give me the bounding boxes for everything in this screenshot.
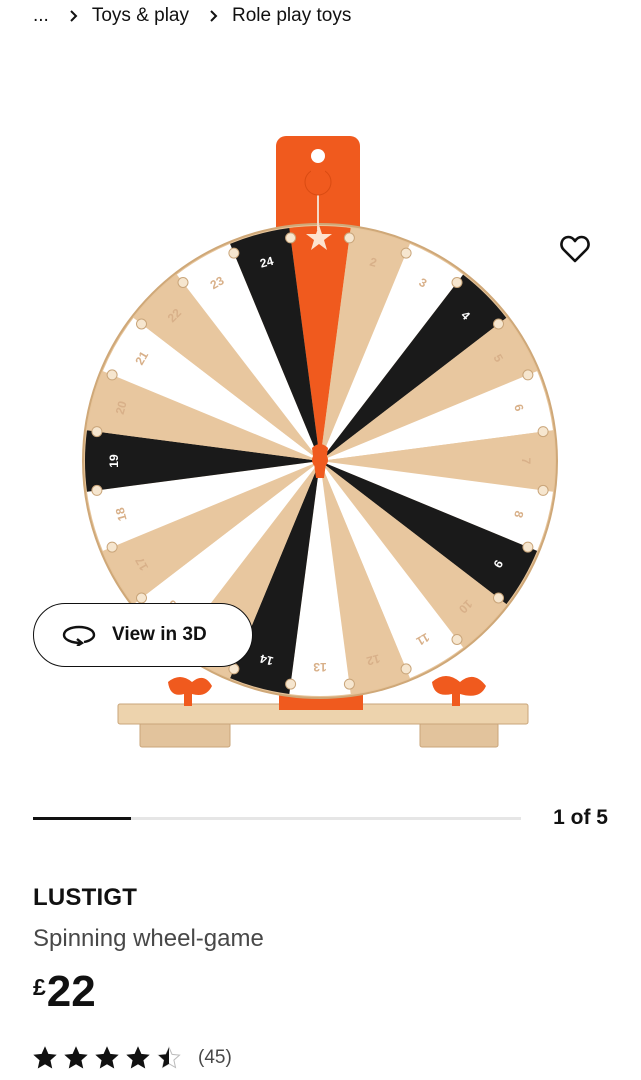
pager-progress bbox=[33, 817, 131, 820]
chevron-right-icon bbox=[203, 9, 225, 23]
wheel-peg bbox=[343, 232, 355, 244]
rating-stars bbox=[33, 1046, 188, 1070]
wheel-peg bbox=[343, 678, 355, 690]
product-name: LUSTIGT bbox=[33, 884, 138, 911]
breadcrumb: ... Toys & play Role play toys bbox=[33, 2, 351, 30]
wheel-peg bbox=[106, 369, 118, 381]
breadcrumb-role-play-toys[interactable]: Role play toys bbox=[232, 5, 351, 27]
wheel-clip-left bbox=[168, 677, 212, 706]
wheel-peg bbox=[136, 592, 147, 604]
view-in-3d-label: View in 3D bbox=[112, 624, 207, 645]
price-amount: 22 bbox=[46, 967, 96, 1016]
star-full-icon bbox=[126, 1046, 150, 1069]
breadcrumb-toys-and-play[interactable]: Toys & play bbox=[92, 5, 189, 27]
wheel-peg bbox=[91, 426, 103, 438]
wheel-peg bbox=[522, 369, 534, 381]
image-pager: 1 of 5 bbox=[33, 806, 608, 832]
spinning-wheel-illustration: 23456789101112131415161718192021222324 bbox=[82, 136, 558, 748]
wheel-peg bbox=[400, 663, 412, 675]
wheel-number-label: 19 bbox=[107, 454, 121, 468]
wheel-peg bbox=[493, 592, 504, 604]
heart-outline-icon bbox=[560, 235, 590, 263]
price-currency: £ bbox=[33, 974, 46, 1000]
wheel-number-label: 13 bbox=[313, 660, 327, 674]
wheel-peg bbox=[285, 678, 297, 690]
wheel-base-foot-right bbox=[419, 722, 499, 748]
wheel-peg bbox=[400, 247, 412, 259]
wheel-peg bbox=[106, 541, 118, 553]
favourite-button[interactable] bbox=[554, 228, 596, 270]
wheel-peg bbox=[451, 277, 463, 288]
product-image[interactable]: 23456789101112131415161718192021222324 bbox=[0, 70, 641, 790]
pager-count: 1 of 5 bbox=[553, 806, 608, 829]
wheel-stand-hole bbox=[311, 149, 325, 163]
wheel-peg bbox=[285, 232, 297, 244]
view-in-3d-button[interactable]: View in 3D bbox=[33, 603, 253, 667]
star-full-icon bbox=[33, 1046, 57, 1069]
product-description: Spinning wheel-game bbox=[33, 925, 264, 952]
star-half-icon bbox=[157, 1046, 181, 1069]
wheel-peg bbox=[537, 426, 549, 438]
review-count: (45) bbox=[198, 1047, 232, 1068]
wheel-pointer-cap bbox=[311, 167, 325, 177]
star-full-icon bbox=[64, 1046, 88, 1069]
star-full-icon bbox=[95, 1046, 119, 1069]
wheel-peg bbox=[91, 484, 103, 496]
wheel-number-label: 7 bbox=[519, 458, 533, 465]
wheel-base-foot-left bbox=[139, 722, 231, 748]
product-price: £ 22 bbox=[33, 967, 96, 1016]
wheel-peg bbox=[136, 318, 147, 330]
wheel-peg bbox=[522, 541, 534, 553]
product-rating[interactable]: (45) bbox=[33, 1046, 232, 1070]
wheel-peg bbox=[537, 484, 549, 496]
rotate-3d-icon bbox=[62, 623, 98, 647]
pager-track[interactable] bbox=[33, 817, 521, 820]
wheel-peg bbox=[493, 318, 504, 330]
wheel-peg bbox=[451, 634, 463, 645]
chevron-right-icon bbox=[63, 9, 85, 23]
breadcrumb-ellipsis[interactable]: ... bbox=[33, 5, 49, 27]
wheel-peg bbox=[177, 277, 189, 288]
wheel-clip-right bbox=[432, 676, 486, 706]
wheel-peg bbox=[228, 247, 240, 259]
